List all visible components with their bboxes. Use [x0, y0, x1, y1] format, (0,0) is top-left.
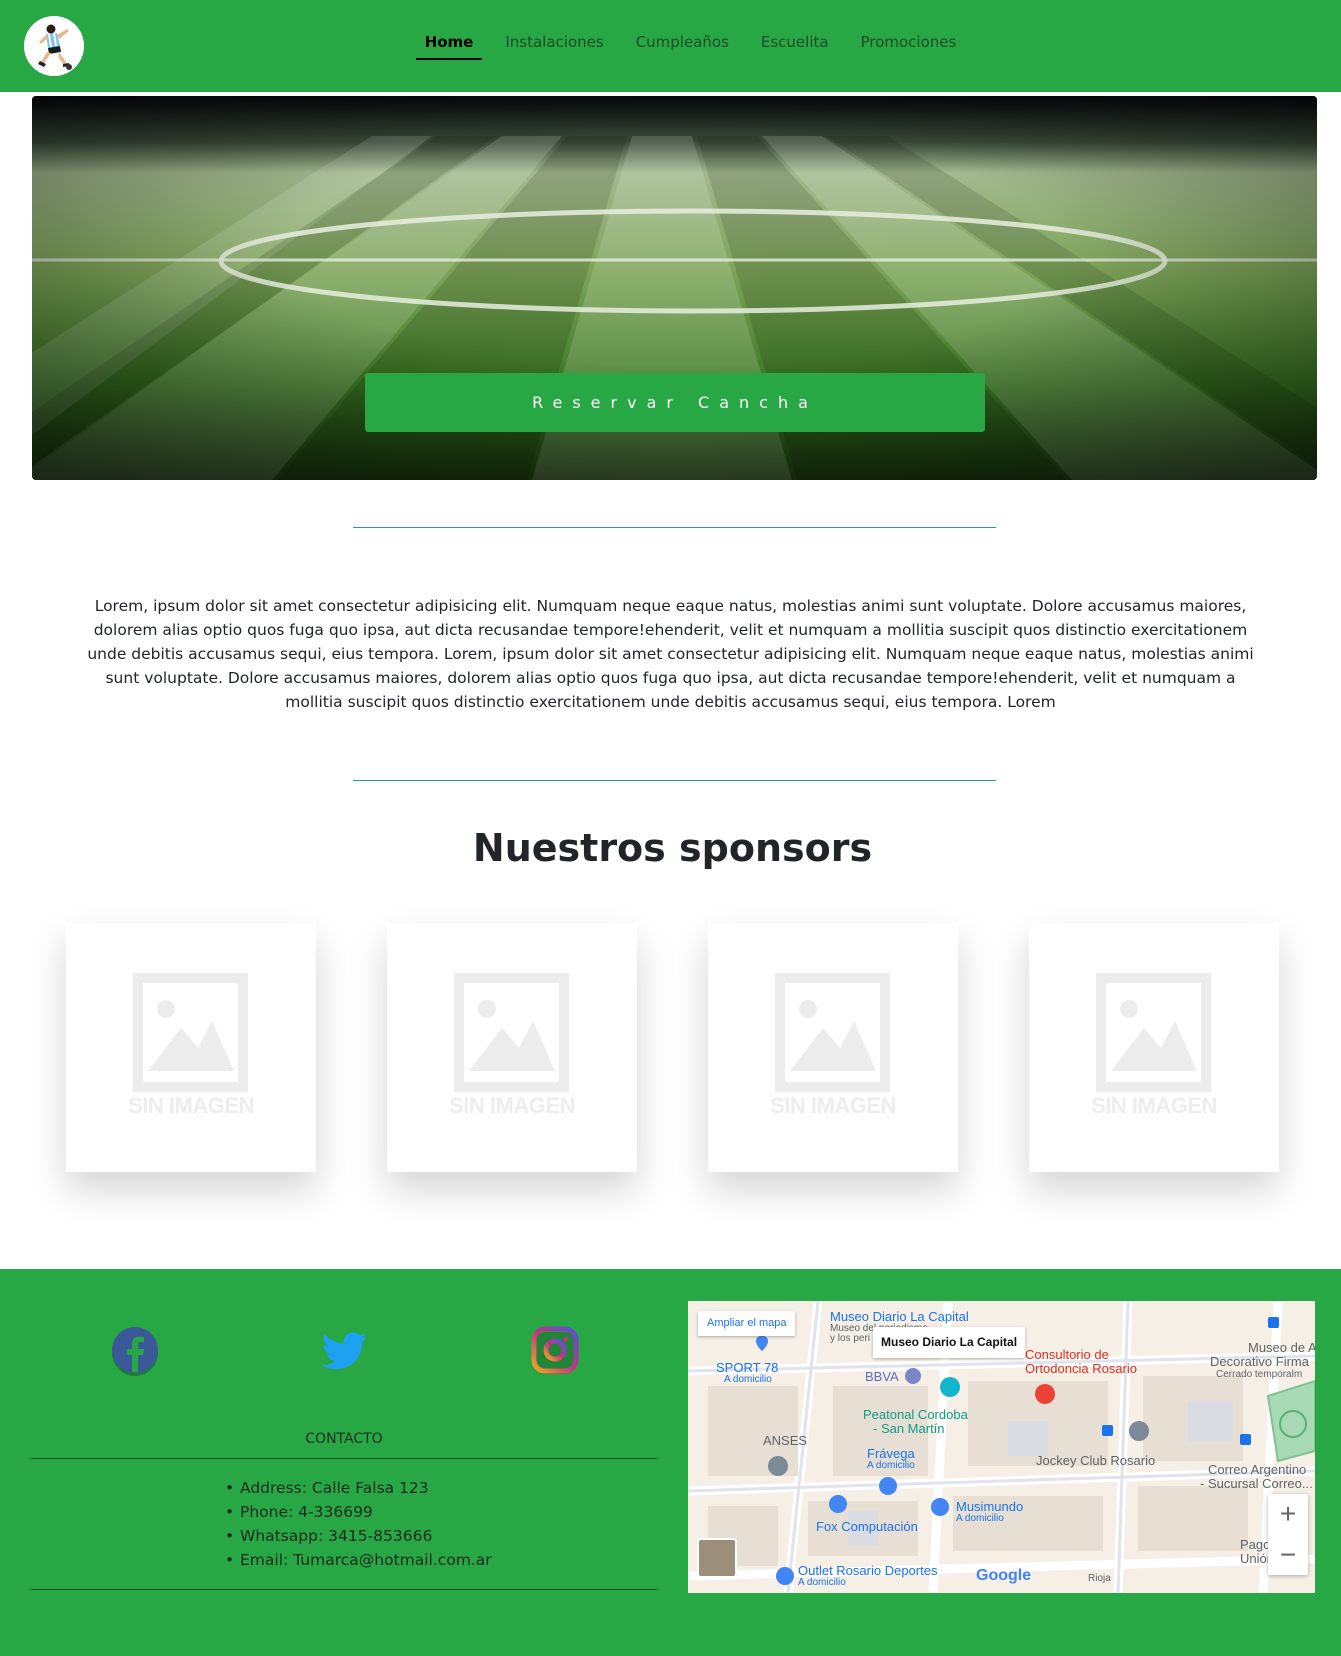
divider-bottom — [353, 780, 996, 781]
contact-address: Address: Calle Falsa 123 — [240, 1476, 492, 1500]
no-image-label: SIN IMAGEN — [770, 1093, 896, 1118]
sponsor-card[interactable]: SIN IMAGEN — [387, 923, 637, 1172]
map-label: Ortodoncia Rosario — [1025, 1361, 1137, 1376]
image-placeholder-icon — [1096, 973, 1211, 1092]
map-label: SPORT 78 — [716, 1360, 779, 1375]
map-label: - Sucursal Correo... — [1200, 1476, 1313, 1491]
map-label: y los peri — [830, 1333, 871, 1344]
map-label: Museo de A — [1248, 1340, 1315, 1355]
intro-text: Lorem, ipsum dolor sit amet consectetur … — [87, 597, 1254, 711]
map-label: ANSES — [763, 1433, 808, 1448]
map-label: Frávega — [867, 1446, 915, 1461]
google-map[interactable]: Ampliar el mapa Museo Diario La Capital … — [688, 1301, 1315, 1593]
map-zoom-control: + − — [1268, 1494, 1308, 1575]
contact-title: CONTACTO — [305, 1431, 383, 1447]
image-placeholder-icon — [133, 973, 248, 1092]
map-label: Fox Computación — [816, 1519, 918, 1534]
nav-item-cumpleanos[interactable]: Cumpleaños — [636, 30, 729, 60]
contact-divider-bottom — [30, 1589, 658, 1590]
divider-top — [353, 527, 996, 528]
footer: CONTACTO Address: Calle Falsa 123 Phone:… — [0, 1269, 1341, 1656]
contact-phone: Phone: 4-336699 — [240, 1500, 492, 1524]
contact-email: Email: Tumarca@hotmail.com.ar — [240, 1548, 492, 1572]
contact-list: Address: Calle Falsa 123 Phone: 4-336699… — [240, 1476, 492, 1572]
nav-item-home[interactable]: Home — [415, 30, 482, 60]
no-image-label: SIN IMAGEN — [128, 1093, 254, 1118]
zoom-in-button[interactable]: + — [1268, 1494, 1308, 1534]
map-label: A domicilio — [798, 1577, 846, 1588]
nav-item-instalaciones[interactable]: Instalaciones — [505, 30, 603, 60]
map-label: A domicilio — [956, 1513, 1004, 1524]
map-label: Decorativo Firma — [1210, 1354, 1309, 1369]
nav-item-escuelita[interactable]: Escuelita — [761, 30, 829, 60]
sponsor-card[interactable]: SIN IMAGEN — [66, 923, 316, 1172]
contact-whatsapp: Whatsapp: 3415-853666 — [240, 1524, 492, 1548]
expand-map-link[interactable]: Ampliar el mapa — [698, 1311, 796, 1336]
map-label: Peatonal Cordoba — [863, 1407, 968, 1422]
twitter-icon[interactable] — [320, 1326, 370, 1376]
map-place-card[interactable]: Museo Diario La Capital — [873, 1327, 1026, 1358]
reserve-court-button[interactable]: Reservar Cancha — [365, 373, 985, 432]
map-label: A domicilio — [724, 1374, 772, 1385]
map-label: BBVA — [865, 1369, 899, 1384]
contact-divider-top — [30, 1458, 658, 1459]
map-label: Pago — [1240, 1537, 1271, 1552]
sponsor-card[interactable]: SIN IMAGEN — [708, 923, 958, 1172]
nav-item-promociones[interactable]: Promociones — [861, 30, 957, 60]
map-label: Museo Diario La Capital — [830, 1309, 969, 1324]
sponsors-title: Nuestros sponsors — [472, 826, 873, 870]
map-label: Correo Argentino — [1208, 1462, 1307, 1477]
google-logo: Google — [976, 1567, 1032, 1584]
map-label: A domicilio — [867, 1460, 915, 1471]
sponsor-card[interactable]: SIN IMAGEN — [1029, 923, 1279, 1172]
map-label: - San Martín — [873, 1421, 945, 1436]
navbar: Home Instalaciones Cumpleaños Escuelita … — [0, 0, 1341, 92]
no-image-label: SIN IMAGEN — [449, 1093, 575, 1118]
map-label: Rioja — [1088, 1573, 1111, 1584]
map-label: Consultorio de — [1025, 1347, 1109, 1362]
map-label: Jockey Club Rosario — [1036, 1453, 1156, 1468]
zoom-out-button[interactable]: − — [1268, 1535, 1308, 1575]
facebook-icon[interactable] — [110, 1326, 160, 1376]
image-placeholder-icon — [775, 973, 890, 1092]
hero-banner: Reservar Cancha — [32, 96, 1317, 480]
instagram-icon[interactable] — [530, 1326, 580, 1376]
nav-menu: Home Instalaciones Cumpleaños Escuelita … — [0, 30, 1341, 60]
map-label: Outlet Rosario Deportes — [798, 1563, 938, 1578]
map-label: Musimundo — [956, 1499, 1024, 1514]
no-image-label: SIN IMAGEN — [1091, 1093, 1217, 1118]
image-placeholder-icon — [454, 973, 569, 1092]
map-label: Cerrado temporalm — [1216, 1369, 1303, 1380]
